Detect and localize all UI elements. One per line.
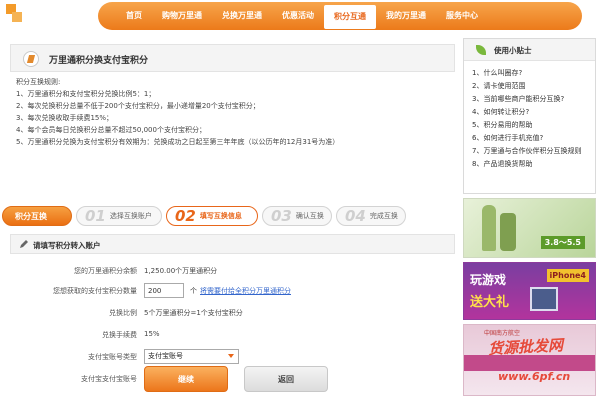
account-label: 支付宝支付宝账号 xyxy=(81,375,137,383)
step-2: 02 填写互换信息 xyxy=(166,206,258,226)
ad-band xyxy=(464,355,595,371)
progress-steps: 积分互换 01 选择互换账户 02 填写互换信息 03 确认互换 04 完成互换 xyxy=(2,206,455,228)
pen-icon xyxy=(20,240,28,248)
balance-value: 1,250.00个万里通积分 xyxy=(144,267,218,275)
chevron-down-icon xyxy=(228,354,234,358)
ad-badge: iPhone4 xyxy=(546,269,589,282)
step-4: 04 完成互换 xyxy=(336,206,406,226)
rule-line: 积分互换规则: xyxy=(16,78,61,86)
ad-banner-game[interactable]: 玩游戏 送大礼 iPhone4 xyxy=(463,262,596,320)
step-number: 04 xyxy=(345,207,366,225)
account-row: 支付宝支付宝账号 xyxy=(2,374,457,388)
amount-input[interactable] xyxy=(144,283,184,298)
nav-promotions[interactable]: 优惠活动 xyxy=(272,6,324,26)
ad-date-tag: 3.8～5.5 xyxy=(540,236,585,249)
tip-link[interactable]: 1、什么叫圈存? xyxy=(472,67,594,80)
nav-shopping[interactable]: 购物万里通 xyxy=(152,6,212,26)
account-type-value: 支付宝账号 xyxy=(148,352,183,360)
tip-link[interactable]: 6、如何进行手机充值? xyxy=(472,132,594,145)
step-number: 03 xyxy=(271,207,292,225)
nav-home[interactable]: 首页 xyxy=(116,6,152,26)
step-1: 01 选择互换账户 xyxy=(76,206,162,226)
tip-link[interactable]: 3、当前哪些商户能积分互换? xyxy=(472,93,594,106)
nav-redeem[interactable]: 兑换万里通 xyxy=(212,6,272,26)
pencil-icon xyxy=(23,51,39,67)
step-label: 积分互换 xyxy=(15,211,47,221)
rule-line: 5、万里通积分兑换为支付宝积分有效期为：兑换成功之日起至第三年年底（以公历年的1… xyxy=(16,138,340,146)
ad-banner-drinks[interactable]: 3.8～5.5 xyxy=(463,198,596,258)
continue-button[interactable]: 继续 xyxy=(144,366,228,392)
tips-panel: 使用小贴士 1、什么叫圈存? 2、请卡使用范围 3、当前哪些商户能积分互换? 4… xyxy=(463,38,596,194)
ratio-value: 5个万里通积分=1个支付宝积分 xyxy=(144,309,243,317)
tip-link[interactable]: 5、积分易用的帮助 xyxy=(472,119,594,132)
main-nav: 首页 购物万里通 兑换万里通 优惠活动 积分互通 我的万里通 服务中心 xyxy=(98,2,582,30)
device-icon xyxy=(530,287,558,311)
exchange-rules: 积分互换规则: 1、万里通积分和支付宝积分兑换比例5：1； 2、每次兑换积分总量… xyxy=(16,76,456,148)
tip-link[interactable]: 7、万里通与合作伙伴积分互换规则 xyxy=(472,145,594,158)
logo-icon xyxy=(6,4,30,24)
step-number: 02 xyxy=(175,207,196,225)
back-button[interactable]: 返回 xyxy=(244,366,328,392)
amount-row: 您想获取的支付宝积分数量 个 将需要付给全积分万里通积分 xyxy=(2,283,457,300)
ratio-label: 兑换比例 xyxy=(109,309,137,317)
step-start: 积分互换 xyxy=(2,206,72,226)
leaf-icon xyxy=(476,45,486,55)
rule-line: 4、每个会员每日兑换积分总量不超过50,000个支付宝积分； xyxy=(16,126,206,134)
step-3: 03 确认互换 xyxy=(262,206,332,226)
watermark-text: 货源批发网 xyxy=(487,336,564,358)
fee-row: 兑换手续费 15% xyxy=(2,330,457,344)
page-title: 万里通积分换支付宝积分 xyxy=(49,56,149,66)
rule-line: 1、万里通积分和支付宝积分兑换比例5：1； xyxy=(16,90,156,98)
top-bar: 首页 购物万里通 兑换万里通 优惠活动 积分互通 我的万里通 服务中心 xyxy=(0,0,600,32)
amount-unit: 个 xyxy=(190,287,197,295)
fee-label: 兑换手续费 xyxy=(102,331,137,339)
bottle-icon xyxy=(482,205,496,251)
account-type-label: 支付宝账号类型 xyxy=(88,353,137,361)
tips-title: 使用小贴士 xyxy=(494,46,532,55)
account-type-select[interactable]: 支付宝账号 xyxy=(144,349,239,364)
tip-link[interactable]: 8、产品退换货帮助 xyxy=(472,158,594,171)
form-title: 请填写积分转入账户 xyxy=(33,241,101,250)
ratio-row: 兑换比例 5个万里通积分=1个支付宝积分 xyxy=(2,308,457,322)
tip-link[interactable]: 2、请卡使用范围 xyxy=(472,80,594,93)
nav-my-account[interactable]: 我的万里通 xyxy=(376,6,436,26)
rule-line: 2、每次兑换积分总量不低于200个支付宝积分，最小递增量20个支付宝积分； xyxy=(16,102,260,110)
rule-line: 3、每次兑换收取手续费15%； xyxy=(16,114,114,122)
step-label: 填写互换信息 xyxy=(199,212,242,220)
ad-subheadline: 送大礼 xyxy=(470,295,510,310)
required-points-link[interactable]: 将需要付给全积分万里通积分 xyxy=(200,286,291,296)
nav-service-center[interactable]: 服务中心 xyxy=(436,6,488,26)
step-label: 完成互换 xyxy=(369,212,398,220)
amount-label: 您想获取的支付宝积分数量 xyxy=(53,287,137,295)
section-header: 万里通积分换支付宝积分 xyxy=(10,44,455,72)
tips-list: 1、什么叫圈存? 2、请卡使用范围 3、当前哪些商户能积分互换? 4、如何转让积… xyxy=(472,67,594,171)
form-header: 请填写积分转入账户 xyxy=(10,234,455,254)
account-type-row: 支付宝账号类型 支付宝账号 xyxy=(2,349,457,366)
balance-row: 您的万里通积分余额 1,250.00个万里通积分 xyxy=(2,266,457,280)
step-label: 确认互换 xyxy=(295,212,324,220)
step-label: 选择互换账户 xyxy=(109,212,152,220)
fee-value: 15% xyxy=(144,330,160,338)
step-number: 01 xyxy=(85,207,106,225)
balance-label: 您的万里通积分余额 xyxy=(74,267,137,275)
main-content: 万里通积分换支付宝积分 积分互换规则: 1、万里通积分和支付宝积分兑换比例5：1… xyxy=(2,38,457,399)
ad-headline: 玩游戏 xyxy=(470,273,507,287)
tip-link[interactable]: 4、如何转让积分? xyxy=(472,106,594,119)
watermark-url: www.6pf.cn xyxy=(498,370,571,383)
bottle-icon xyxy=(500,213,516,251)
nav-points-exchange[interactable]: 积分互通 xyxy=(324,5,376,29)
tips-header: 使用小贴士 xyxy=(464,39,595,61)
